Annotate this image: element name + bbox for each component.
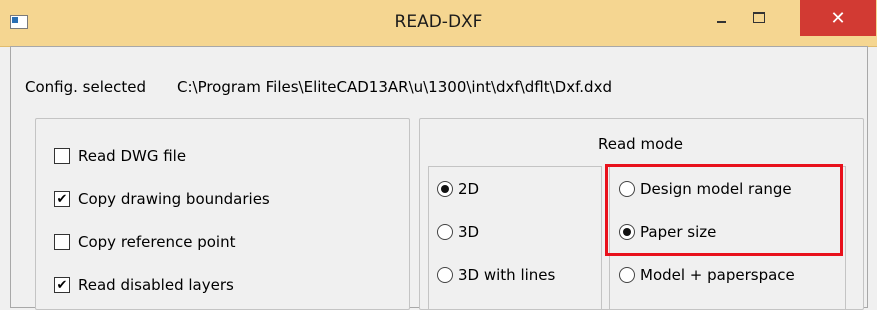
checkbox-label: Read disabled layers <box>78 276 234 294</box>
radio-model-paperspace[interactable]: Model + paperspace <box>619 264 795 286</box>
checkbox-box[interactable] <box>54 148 70 164</box>
radio-3d-with-lines[interactable]: 3D with lines <box>437 264 555 286</box>
read-mode-label: Read mode <box>598 135 683 153</box>
radio-button[interactable] <box>437 224 453 240</box>
radio-button[interactable] <box>619 267 635 283</box>
close-button[interactable]: ✕ <box>800 0 876 36</box>
read-disabled-layers-checkbox[interactable]: ✔ Read disabled layers <box>54 274 234 296</box>
maximize-icon <box>753 11 765 23</box>
copy-reference-point-checkbox[interactable]: Copy reference point <box>54 231 235 253</box>
checkbox-box[interactable]: ✔ <box>54 277 70 293</box>
checkmark-icon: ✔ <box>56 191 68 207</box>
checkmark-icon: ✔ <box>56 277 68 293</box>
config-path: C:\Program Files\EliteCAD13AR\u\1300\int… <box>176 78 612 96</box>
config-row: Config. selected C:\Program Files\EliteCA… <box>25 78 612 96</box>
radio-button[interactable] <box>437 181 453 197</box>
config-label: Config. selected <box>25 78 146 96</box>
radio-label: Model + paperspace <box>640 266 795 284</box>
title-bar: READ-DXF ✕ <box>0 0 877 47</box>
minimize-button[interactable] <box>704 0 738 38</box>
minimize-icon <box>716 21 726 23</box>
checkbox-box[interactable] <box>54 234 70 250</box>
radio-button[interactable] <box>437 267 453 283</box>
checkbox-label: Copy reference point <box>78 233 236 251</box>
maximize-button[interactable] <box>742 0 776 38</box>
radio-3d[interactable]: 3D <box>437 221 479 243</box>
read-dwg-checkbox[interactable]: Read DWG file <box>54 145 186 167</box>
checkbox-label: Read DWG file <box>78 147 187 165</box>
highlight-box <box>605 164 843 256</box>
radio-2d[interactable]: 2D <box>437 178 479 200</box>
radio-label: 3D <box>458 223 480 241</box>
close-icon: ✕ <box>830 7 846 29</box>
copy-drawing-boundaries-checkbox[interactable]: ✔ Copy drawing boundaries <box>54 188 270 210</box>
checkbox-box[interactable]: ✔ <box>54 191 70 207</box>
radio-label: 3D with lines <box>458 266 556 284</box>
radio-label: 2D <box>458 180 480 198</box>
checkbox-label: Copy drawing boundaries <box>78 190 270 208</box>
